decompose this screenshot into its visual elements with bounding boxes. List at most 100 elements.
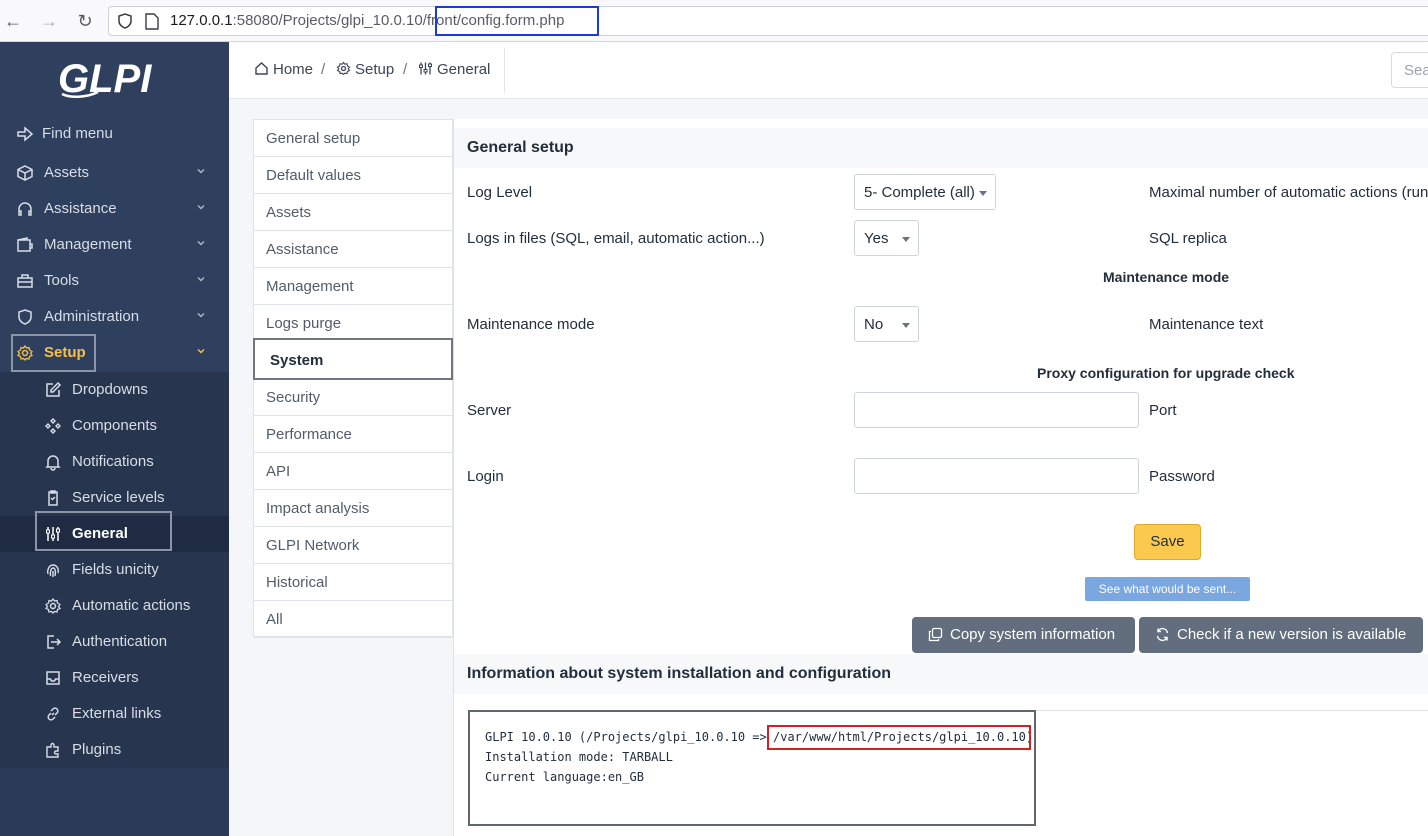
check-new-version-button[interactable]: Check if a new version is available (1139, 617, 1423, 653)
sidebar-item-administration[interactable]: Administration (0, 299, 229, 335)
glpi-logo[interactable]: GLPI (56, 58, 166, 104)
briefcase-icon (17, 274, 33, 288)
search-input[interactable]: Sea (1391, 52, 1428, 88)
dropdown-arrow-icon (979, 191, 987, 196)
logs-in-files-value: Yes (864, 230, 889, 247)
submenu-label: Components (72, 417, 158, 434)
tab-label: Security (266, 389, 321, 406)
tab-all[interactable]: All (254, 601, 452, 638)
submenu-item-receivers[interactable]: Receivers (0, 660, 229, 696)
maintenance-text-label: Maintenance text (1149, 316, 1264, 333)
sidebar-item-assistance[interactable]: Assistance (0, 191, 229, 227)
puzzle-icon (46, 742, 59, 758)
tab-glpi-network[interactable]: GLPI Network (254, 527, 452, 564)
system-config-panel: General setup Log Level 5- Complete (all… (453, 119, 1428, 836)
address-bar[interactable]: 127.0.0.1:58080/Projects/glpi_10.0.10/fr… (108, 6, 1428, 36)
submenu-item-authentication[interactable]: Authentication (0, 624, 229, 660)
tab-default-values[interactable]: Default values (254, 157, 452, 194)
tab-label: API (266, 463, 291, 480)
submenu-label: Authentication (72, 633, 168, 650)
submenu-item-notifications[interactable]: Notifications (0, 444, 229, 480)
tab-label: All (266, 611, 283, 628)
chevron-down-icon (197, 240, 205, 246)
login-label: Login (467, 468, 504, 485)
system-info-title: Information about system installation an… (467, 665, 892, 682)
glpi-version-line: GLPI 10.0.10 (/Projects/glpi_10.0.10 => (485, 730, 767, 744)
sidebar-item-assets[interactable]: Assets (0, 155, 229, 191)
sidebar-item-label: Management (44, 236, 132, 253)
tab-assistance[interactable]: Assistance (254, 231, 452, 268)
chevron-down-icon (197, 168, 205, 174)
submenu-item-dropdowns[interactable]: Dropdowns (0, 372, 229, 408)
settings-icon (44, 597, 62, 614)
header-divider (504, 48, 505, 93)
submenu-item-automatic-actions[interactable]: Automatic actions (0, 588, 229, 624)
url-highlight-box (435, 6, 599, 36)
fingerprint-icon (47, 564, 59, 577)
tab-logs-purge[interactable]: Logs purge (254, 305, 452, 342)
config-tabs: General setup Default values Assets Assi… (253, 119, 453, 638)
breadcrumb-home[interactable]: Home (254, 61, 313, 78)
tab-label: Logs purge (266, 315, 342, 332)
tab-historical[interactable]: Historical (254, 564, 452, 601)
submenu-label: External links (72, 705, 162, 722)
tab-label: Performance (266, 426, 352, 443)
tab-general-setup[interactable]: General setup (254, 120, 452, 157)
back-icon[interactable]: ← (2, 10, 24, 32)
port-label: Port (1149, 402, 1177, 419)
maintenance-section-title: Maintenance mode (1103, 269, 1230, 285)
breadcrumb-setup[interactable]: Setup (336, 61, 394, 78)
logs-in-files-select[interactable]: Yes (854, 220, 919, 256)
cube-icon (17, 165, 33, 181)
reload-icon[interactable]: ↻ (74, 10, 96, 32)
submenu-item-plugins[interactable]: Plugins (0, 732, 229, 768)
tab-system[interactable]: System (253, 338, 453, 380)
submenu-label: Plugins (72, 741, 122, 758)
headset-icon (18, 202, 32, 216)
sliders-icon (419, 62, 432, 75)
tab-label: Assistance (266, 241, 339, 258)
submenu-label: Dropdowns (72, 381, 148, 398)
submenu-item-fields-unicity[interactable]: Fields unicity (0, 552, 229, 588)
submenu-item-external-links[interactable]: External links (0, 696, 229, 732)
chevron-down-icon (197, 348, 205, 354)
sidebar-item-management[interactable]: Management (0, 227, 229, 263)
login-icon (47, 635, 62, 649)
system-info-box[interactable]: GLPI 10.0.10 (/Projects/glpi_10.0.10 => … (468, 710, 1036, 826)
server-input[interactable] (854, 392, 1139, 428)
arrow-right-icon (17, 126, 34, 142)
chevron-down-icon (197, 276, 205, 282)
sidebar-item-label: Tools (44, 272, 80, 289)
tab-performance[interactable]: Performance (254, 416, 452, 453)
log-level-select[interactable]: 5- Complete (all) (854, 174, 996, 210)
submenu-label: Notifications (72, 453, 154, 470)
see-what-would-be-sent-button[interactable]: See what would be sent... (1085, 577, 1250, 601)
submenu-item-components[interactable]: Components (0, 408, 229, 444)
current-language-line: Current language:en_GB (485, 770, 644, 784)
login-input[interactable] (854, 458, 1139, 494)
maintenance-mode-label: Maintenance mode (467, 316, 595, 333)
copy-system-information-button[interactable]: Copy system information (912, 617, 1135, 653)
breadcrumb-general[interactable]: General (418, 61, 490, 78)
shield-icon[interactable] (117, 13, 133, 29)
dropdown-arrow-icon (902, 237, 910, 242)
tab-impact-analysis[interactable]: Impact analysis (254, 490, 452, 527)
tab-assets[interactable]: Assets (254, 194, 452, 231)
home-icon (255, 62, 268, 75)
max-actions-label: Maximal number of automatic actions (run (1149, 184, 1428, 201)
find-menu[interactable]: Find menu (0, 116, 229, 152)
tab-management[interactable]: Management (254, 268, 452, 305)
tab-label: System (270, 352, 324, 369)
tab-label: Default values (266, 167, 362, 184)
setup-submenu: Dropdowns Components Notifications Servi… (0, 372, 229, 768)
tab-api[interactable]: API (254, 453, 452, 490)
submenu-label: Receivers (72, 669, 139, 686)
tab-security[interactable]: Security (254, 379, 452, 416)
forward-icon[interactable]: → (38, 10, 60, 32)
check-button-label: Check if a new version is available (1177, 626, 1407, 643)
save-button[interactable]: Save (1134, 524, 1201, 560)
sidebar-item-tools[interactable]: Tools (0, 263, 229, 299)
breadcrumb-general-label: General (437, 61, 491, 78)
maintenance-mode-select[interactable]: No (854, 306, 919, 342)
breadcrumb-separator: / (403, 61, 408, 78)
